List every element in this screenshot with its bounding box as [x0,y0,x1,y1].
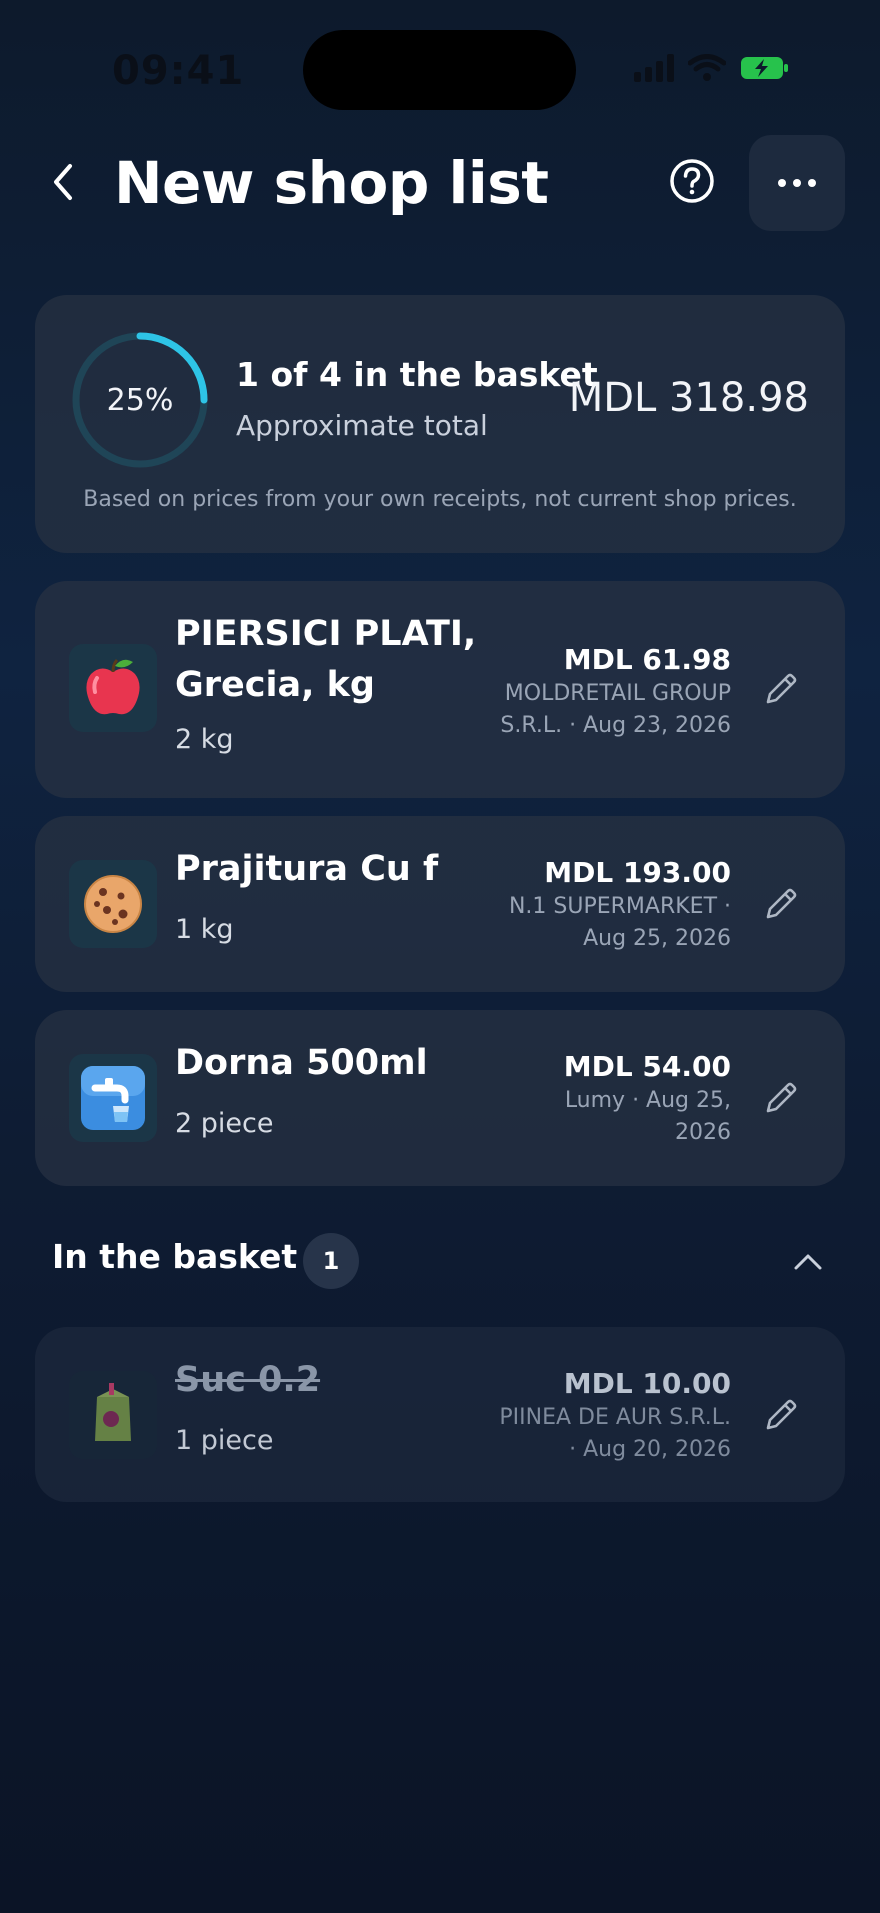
status-bar: 09:41 [0,0,880,140]
item-store-line2: 2026 [675,1120,731,1145]
list-item[interactable]: Prajitura Cu f 1 kg MDL 193.00 N.1 SUPER… [35,816,845,992]
prices-note: Based on prices from your own receipts, … [83,487,797,512]
page-title: New shop list [114,149,549,217]
chevron-left-icon [54,164,72,200]
item-store-line2: · Aug 20, 2026 [569,1437,731,1462]
basket-list-item[interactable]: Suc 0.2 1 piece MDL 10.00 PIINEA DE AUR … [35,1327,845,1502]
header: New shop list [0,135,880,235]
item-store-line1: PIINEA DE AUR S.R.L. [499,1405,731,1430]
list-item[interactable]: Dorna 500ml 2 piece MDL 54.00 Lumy · Aug… [35,1010,845,1186]
item-name-line1: Dorna 500ml [175,1043,428,1083]
edit-pencil-icon[interactable] [761,884,801,924]
status-time: 09:41 [112,48,245,94]
water-tap-icon [69,1054,157,1142]
item-name-line1: PIERSICI PLATI, [175,614,477,654]
progress-percent: 25% [106,382,174,418]
dynamic-island [303,30,576,110]
cookie-icon [69,860,157,948]
item-price: MDL 10.00 [563,1367,731,1400]
item-store-line2: S.R.L. · Aug 23, 2026 [500,713,731,738]
basket-section-title: In the basket [52,1237,298,1276]
more-dots-icon [778,179,816,187]
item-price: MDL 193.00 [544,856,731,889]
item-store-line2: Aug 25, 2026 [583,926,731,951]
item-store-line1: Lumy · Aug 25, [564,1088,731,1113]
approximate-total-label: Approximate total [236,409,488,442]
juice-box-icon [69,1371,157,1459]
item-price: MDL 54.00 [563,1050,731,1083]
basket-count-badge: 1 [303,1233,359,1289]
item-quantity: 2 kg [175,724,234,755]
summary-card: 25% 1 of 4 in the basket Approximate tot… [35,295,845,553]
apple-icon [69,644,157,732]
item-store-line1: MOLDRETAIL GROUP [504,681,731,706]
chevron-up-icon[interactable] [790,1244,826,1280]
edit-pencil-icon[interactable] [761,669,801,709]
item-name-line2: Grecia, kg [175,665,375,705]
total-value: MDL 318.98 [568,375,809,421]
list-item[interactable]: PIERSICI PLATI, Grecia, kg 2 kg MDL 61.9… [35,581,845,798]
cellular-signal-icon [634,54,674,82]
item-name-line1: Prajitura Cu f [175,849,439,889]
edit-pencil-icon[interactable] [761,1078,801,1118]
item-store-line1: N.1 SUPERMARKET · [508,894,731,919]
status-icons [634,54,790,82]
item-price: MDL 61.98 [563,643,731,676]
item-name-line1: Suc 0.2 [175,1360,321,1400]
wifi-icon [688,54,726,81]
item-quantity: 1 kg [175,914,234,945]
back-button[interactable] [38,157,88,207]
more-options-button[interactable] [749,135,845,231]
help-button[interactable] [668,157,716,205]
item-quantity: 2 piece [175,1108,274,1139]
battery-charging-icon [741,57,788,79]
item-quantity: 1 piece [175,1425,274,1456]
basket-count-text: 1 of 4 in the basket [236,355,598,394]
question-mark-icon [670,159,714,203]
edit-pencil-icon[interactable] [761,1395,801,1435]
